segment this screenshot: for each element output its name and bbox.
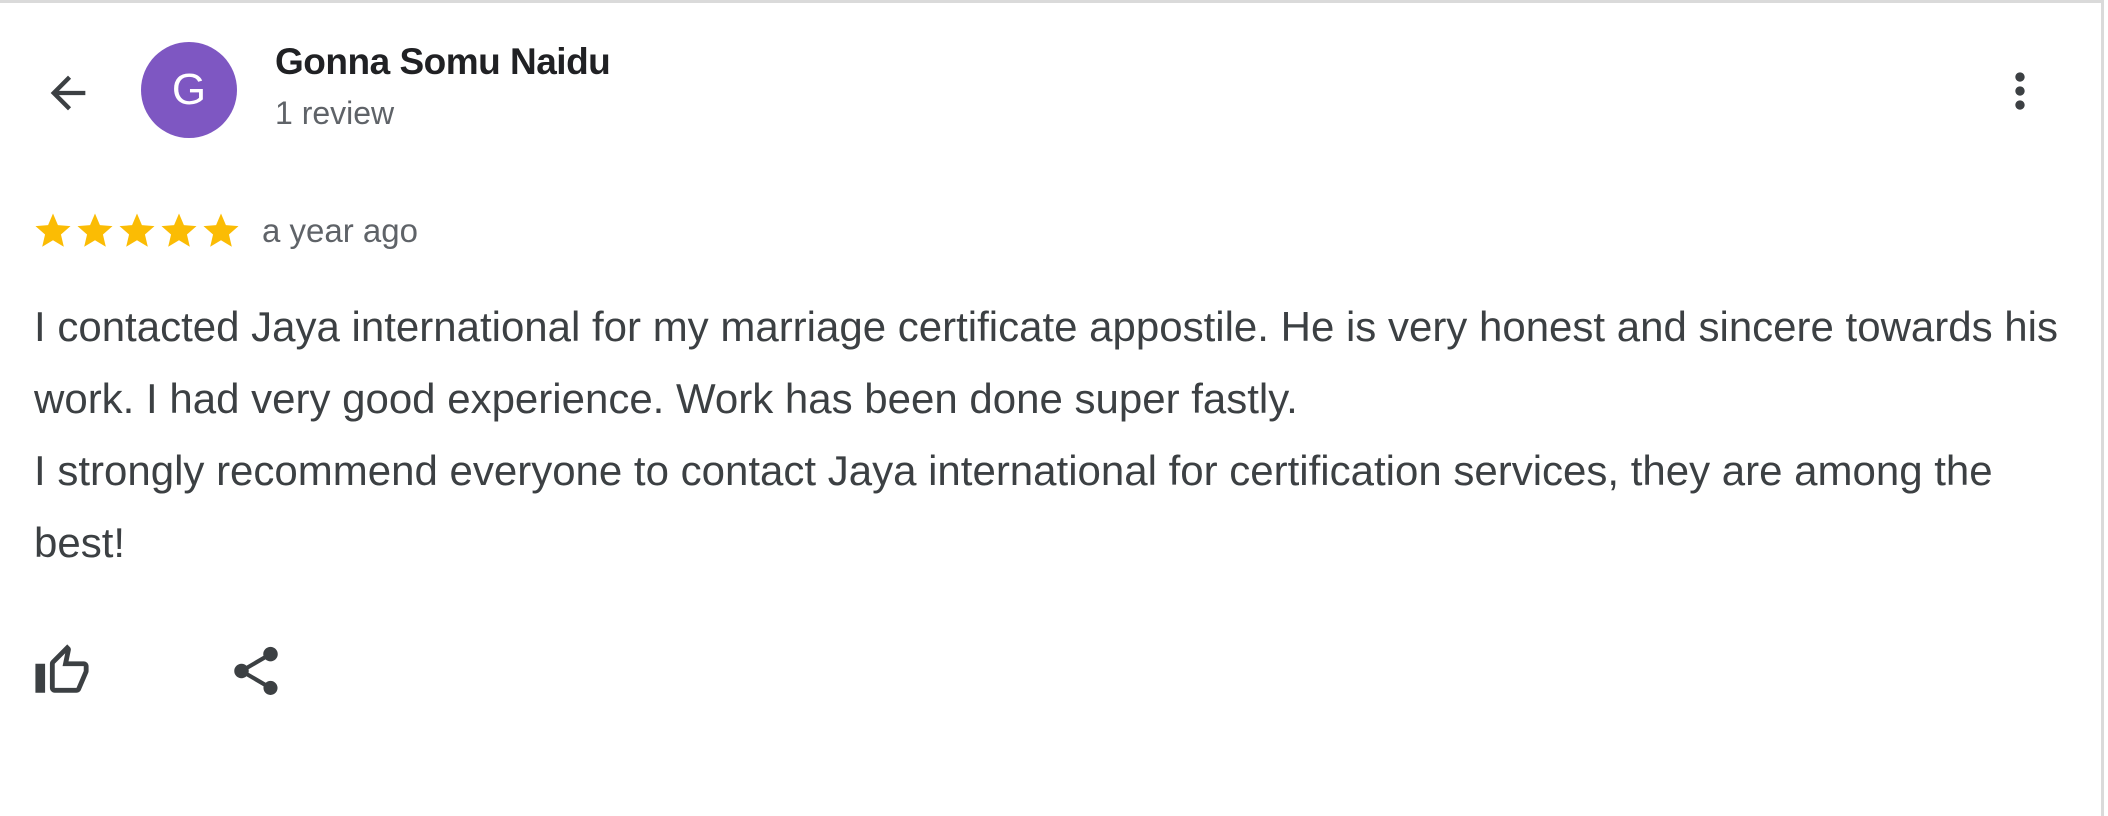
arrow-back-icon bbox=[50, 75, 86, 111]
star-rating bbox=[32, 210, 242, 252]
review-date: a year ago bbox=[262, 212, 418, 249]
review-paragraph: I strongly recommend everyone to contact… bbox=[34, 447, 1993, 566]
avatar-initial: G bbox=[171, 65, 207, 114]
review-text: I contacted Jaya international for my ma… bbox=[34, 291, 2074, 579]
star-icon bbox=[119, 213, 155, 247]
more-vert-icon bbox=[2015, 72, 2025, 110]
share-icon bbox=[234, 646, 278, 695]
review-paragraph: I contacted Jaya international for my ma… bbox=[34, 303, 2058, 422]
thumb-up-icon bbox=[35, 644, 89, 693]
star-icon bbox=[77, 213, 113, 247]
star-icon bbox=[203, 213, 239, 247]
like-button[interactable] bbox=[30, 639, 94, 703]
reviewer-review-count: 1 review bbox=[275, 95, 395, 131]
share-button[interactable] bbox=[224, 639, 288, 703]
more-options-button[interactable] bbox=[1990, 55, 2050, 127]
review-panel: G Gonna Somu Naidu 1 review a year ago I… bbox=[0, 0, 2104, 816]
reviewer-name[interactable]: Gonna Somu Naidu bbox=[275, 41, 611, 83]
star-icon bbox=[161, 213, 197, 247]
avatar[interactable]: G bbox=[141, 42, 237, 138]
rating-row: a year ago bbox=[32, 208, 418, 254]
star-icon bbox=[35, 213, 71, 247]
back-button[interactable] bbox=[30, 55, 106, 131]
